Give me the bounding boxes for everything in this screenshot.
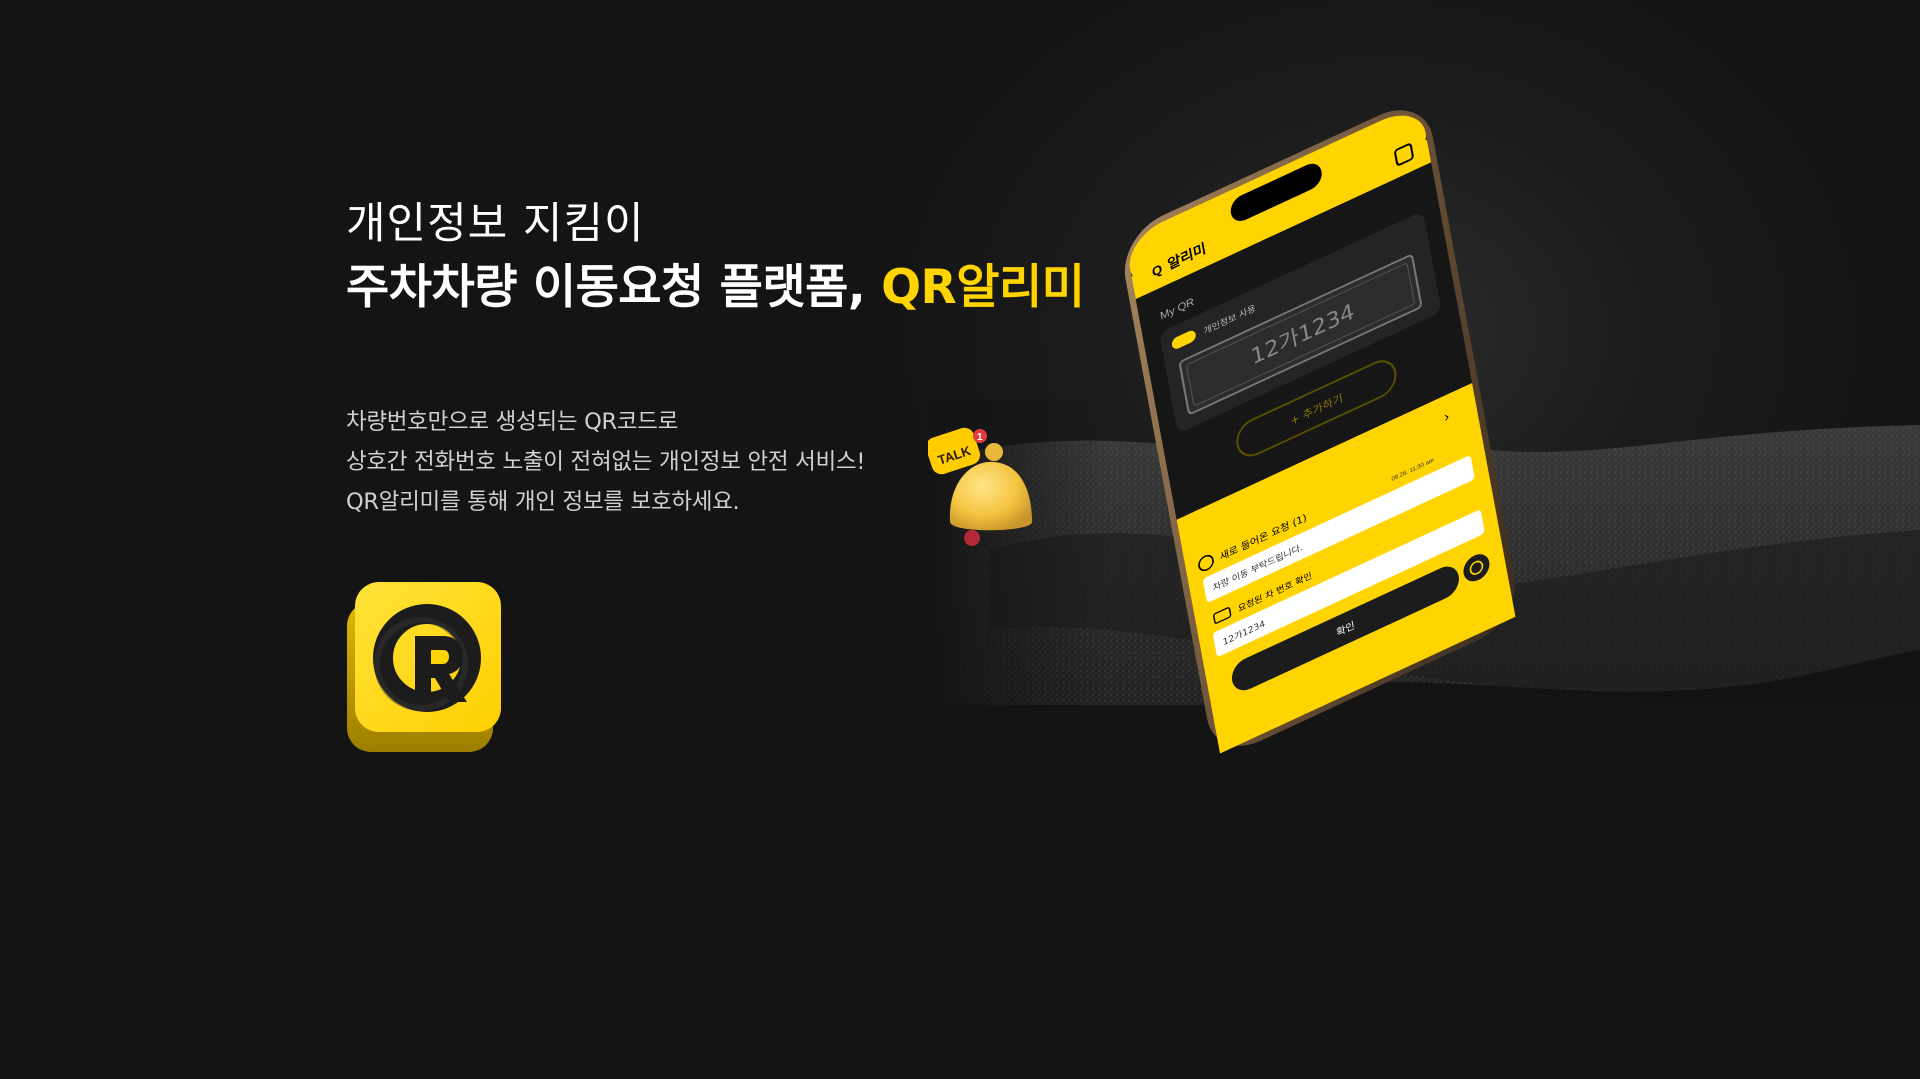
notification-bell: TALK 1 [925,426,1048,546]
hero-subtitle: 개인정보 지킴이 [346,199,645,249]
hero-title: 주차차량 이동요청 플랫폼, QR알리미 [346,258,1085,318]
qr-alimi-app-icon [345,580,502,770]
phone-mockup: Q 알리미 My QR 개인정보 사용 12가1234 + 추가하기 › 새로 … [1110,110,1530,754]
badge-count: 1 [977,432,983,443]
hero-title-main: 주차차량 이동요청 플랫폼, [346,260,882,315]
hero-title-accent: QR알리미 [881,260,1085,315]
